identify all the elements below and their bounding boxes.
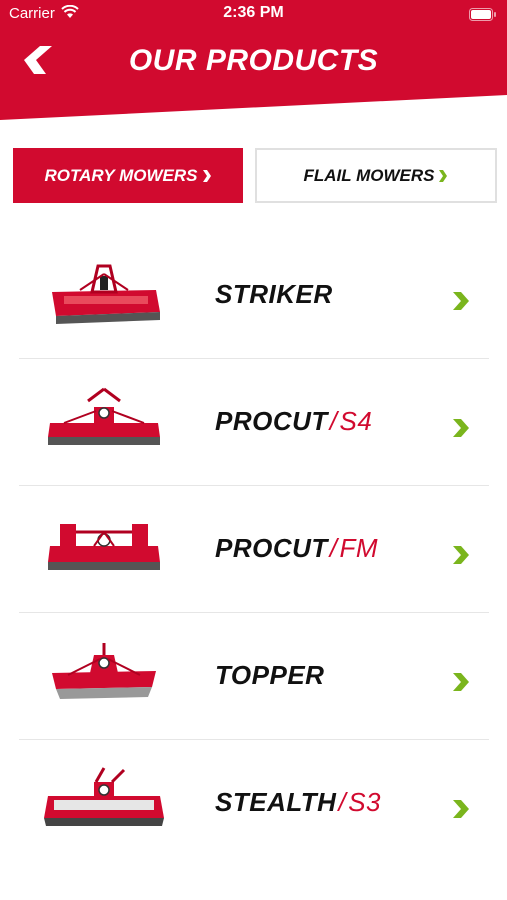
product-title: PROCUT <box>215 406 328 436</box>
product-title: STRIKER <box>215 279 333 309</box>
product-name: STEALTH/S3 <box>215 787 381 818</box>
striker-product-image <box>52 264 160 324</box>
chevron-right-icon <box>453 800 469 818</box>
battery-icon <box>469 8 497 25</box>
slash-separator: / <box>338 787 347 817</box>
chevron-right-icon <box>453 292 469 310</box>
stealth-s3-product-image <box>44 767 164 826</box>
product-item-striker[interactable]: STRIKER <box>19 232 489 359</box>
chevron-right-icon <box>453 673 469 691</box>
product-title: PROCUT <box>215 533 328 563</box>
chevron-right-icon <box>438 169 448 183</box>
status-time: 2:36 PM <box>223 4 284 21</box>
product-name: TOPPER <box>215 660 324 691</box>
procut-fm-product-image <box>48 524 160 570</box>
product-name: PROCUT/S4 <box>215 406 372 437</box>
product-item-stealth-s3[interactable]: STEALTH/S3 <box>19 740 489 866</box>
product-name: STRIKER <box>215 279 333 310</box>
product-name: PROCUT/FM <box>215 533 378 564</box>
category-tabs: ROTARY MOWERS FLAIL MOWERS <box>13 148 497 203</box>
product-list: STRIKER PROCUT/S4 PROCUT/FM TOPPER STEAL… <box>19 232 489 866</box>
procut-s4-product-image <box>48 387 160 445</box>
tab-label: FLAIL MOWERS <box>303 165 435 185</box>
header: Carrier 2:36 PM OUR PRODUCTS <box>0 0 507 125</box>
tab-label: ROTARY MOWERS <box>44 165 198 185</box>
tab-flail-mowers[interactable]: FLAIL MOWERS <box>255 148 497 203</box>
slash-separator: / <box>329 533 338 563</box>
tab-rotary-mowers[interactable]: ROTARY MOWERS <box>13 148 243 203</box>
chevron-right-icon <box>453 546 469 564</box>
product-title: STEALTH <box>215 787 337 817</box>
product-model: FM <box>339 533 379 563</box>
status-bar: Carrier 2:36 PM <box>0 0 507 28</box>
chevron-right-icon <box>453 419 469 437</box>
product-model: S4 <box>339 406 373 436</box>
slash-separator: / <box>329 406 338 436</box>
topper-product-image <box>52 643 156 699</box>
page-title: OUR PRODUCTS <box>128 44 379 77</box>
product-model: S3 <box>348 787 381 817</box>
chevron-right-icon <box>202 169 212 183</box>
product-item-procut-s4[interactable]: PROCUT/S4 <box>19 359 489 486</box>
product-item-procut-fm[interactable]: PROCUT/FM <box>19 486 489 613</box>
product-title: TOPPER <box>215 660 325 690</box>
product-item-topper[interactable]: TOPPER <box>19 613 489 740</box>
